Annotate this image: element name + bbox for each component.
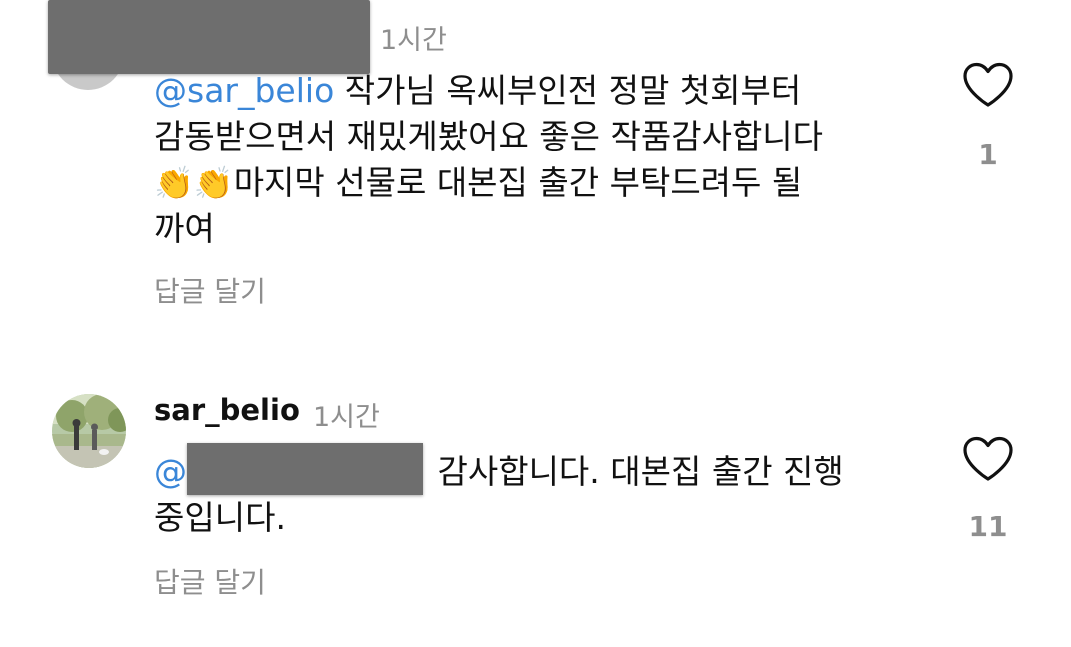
- reply-button[interactable]: 답글 달기: [154, 561, 266, 601]
- avatar-photo: [52, 394, 126, 468]
- like-count: 1: [978, 138, 998, 171]
- comment-text: @sar_belio 작가님 옥씨부인전 정말 첫회부터 감동받으면서 재밌게봤…: [154, 68, 914, 252]
- avatar[interactable]: [52, 394, 126, 468]
- heart-outline-icon[interactable]: [962, 62, 1014, 108]
- redacted-username: [48, 0, 370, 74]
- comments-screen: 1시간 @sar_belio 작가님 옥씨부인전 정말 첫회부터 감동받으면서 …: [0, 0, 1071, 647]
- mention-link[interactable]: @: [154, 452, 187, 491]
- comment-timestamp: 1시간: [313, 402, 380, 433]
- comment-text-line3: 마지막 선물로 대본집 출간 부탁드려두 될: [233, 163, 803, 202]
- like-count: 11: [968, 510, 1008, 543]
- redacted-mention: [187, 443, 423, 495]
- comment-text-line1: 감사합니다. 대본집 출간 진행: [427, 452, 844, 491]
- clap-emoji: 👏: [154, 164, 194, 202]
- clap-emoji: 👏: [193, 164, 234, 202]
- commenter-username[interactable]: sar_belio: [154, 393, 300, 427]
- comment-text-line4: 까여: [154, 209, 215, 248]
- comment-text: @ 감사합니다. 대본집 출간 진행 중입니다.: [154, 443, 914, 541]
- reply-button[interactable]: 답글 달기: [154, 270, 266, 310]
- comment-text-line2: 감동받으면서 재밌게봤어요 좋은 작품감사합니다: [154, 117, 824, 156]
- heart-outline-icon[interactable]: [962, 436, 1014, 482]
- comment-timestamp: 1시간: [380, 25, 447, 56]
- mention-link[interactable]: @sar_belio: [154, 71, 334, 110]
- comment-text-line2: 중입니다.: [154, 498, 286, 537]
- comment-text-line1: 작가님 옥씨부인전 정말 첫회부터: [334, 71, 802, 110]
